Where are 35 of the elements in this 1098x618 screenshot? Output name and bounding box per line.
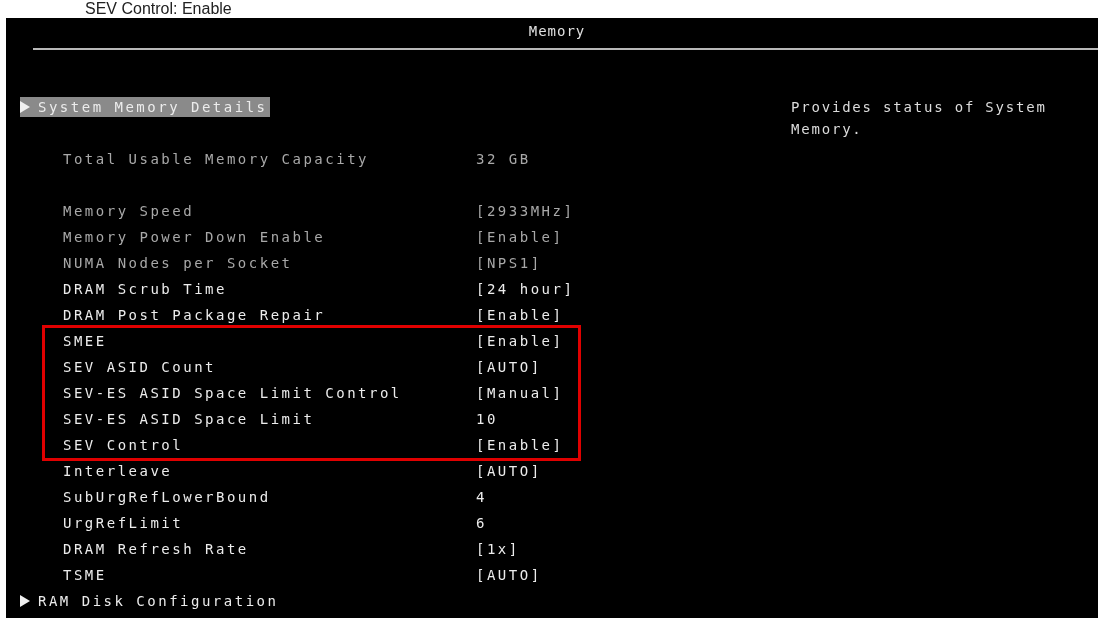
setting-value[interactable]: 4 xyxy=(476,489,487,505)
setting-label: SEV ASID Count xyxy=(63,359,216,375)
setting-label: Total Usable Memory Capacity xyxy=(63,151,369,167)
setting-label: UrgRefLimit xyxy=(63,515,184,531)
setting-label: TSME xyxy=(63,567,107,583)
setting-label: Memory Speed xyxy=(63,203,195,219)
caption: SEV Control: Enable xyxy=(84,0,233,18)
setting-label: Memory Power Down Enable xyxy=(63,229,326,245)
setting-label: DRAM Scrub Time xyxy=(63,281,227,297)
setting-label: SEV-ES ASID Space Limit xyxy=(63,411,315,427)
setting-value[interactable]: [AUTO] xyxy=(476,567,542,583)
setting-label: DRAM Refresh Rate xyxy=(63,541,249,557)
setting-label: Interleave xyxy=(63,463,173,479)
triangle-icon xyxy=(20,101,30,113)
setting-value[interactable]: [Enable] xyxy=(476,437,564,453)
setting-value[interactable]: [AUTO] xyxy=(476,463,542,479)
setting-value[interactable]: 6 xyxy=(476,515,487,531)
triangle-icon xyxy=(20,595,30,607)
setting-value[interactable]: [Enable] xyxy=(476,307,564,323)
setting-value[interactable]: [1x] xyxy=(476,541,520,557)
setting-label: NUMA Nodes per Socket xyxy=(63,255,293,271)
setting-value: 32 GB xyxy=(476,151,531,167)
setting-value[interactable]: [AUTO] xyxy=(476,359,542,375)
setting-label: SEV Control xyxy=(63,437,184,453)
setting-value[interactable]: [24 hour] xyxy=(476,281,575,297)
menu-item[interactable]: RAM Disk Configuration xyxy=(20,591,281,611)
setting-label: SEV-ES ASID Space Limit Control xyxy=(63,385,402,401)
setting-value[interactable]: [Manual] xyxy=(476,385,564,401)
setting-value[interactable]: [Enable] xyxy=(476,333,564,349)
setting-value[interactable]: 10 xyxy=(476,411,498,427)
help-text: Provides status of System Memory. xyxy=(791,98,1048,139)
setting-label: SMEE xyxy=(63,333,107,349)
setting-label: DRAM Post Package Repair xyxy=(63,307,326,323)
setting-label: SubUrgRefLowerBound xyxy=(63,489,271,505)
page-title: Memory xyxy=(527,22,586,41)
